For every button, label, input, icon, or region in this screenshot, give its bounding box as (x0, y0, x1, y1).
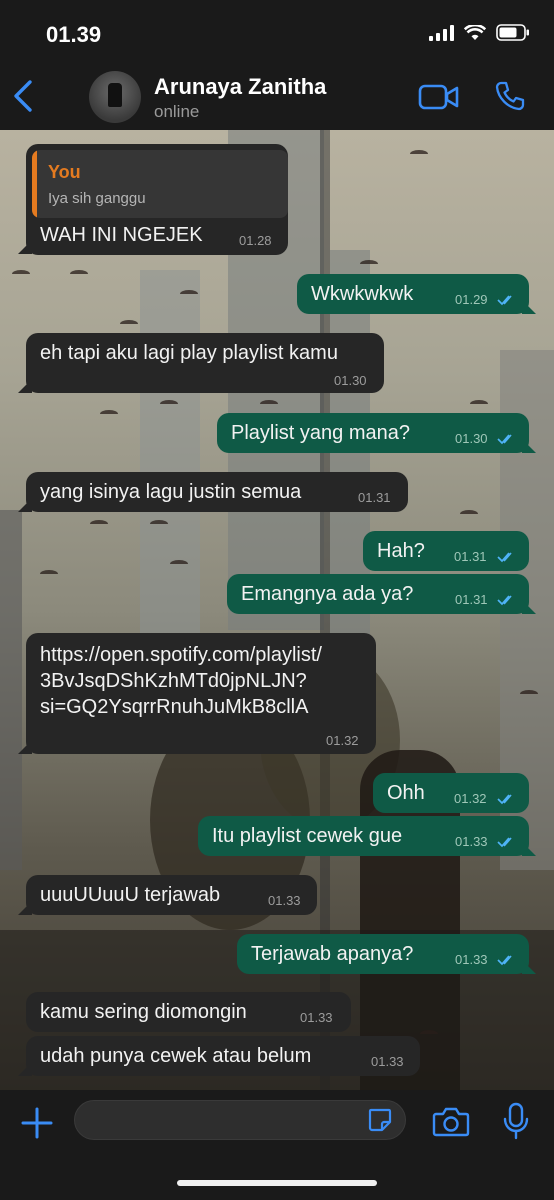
double-check-icon (497, 955, 512, 966)
message-outgoing[interactable]: Hah? 01.31 (363, 531, 529, 571)
message-time: 01.28 (239, 233, 272, 248)
message-incoming[interactable]: udah punya cewek atau belum 01.33 (26, 1036, 420, 1076)
message-text: Itu playlist cewek gue (212, 825, 403, 847)
cellular-signal-icon (429, 24, 454, 41)
message-text: Hah? (377, 540, 425, 562)
message-text: Ohh (387, 782, 425, 804)
attach-button[interactable] (20, 1106, 54, 1140)
link-line[interactable]: 3BvJsqDShKzhMTd0jpNLJN? (40, 668, 307, 694)
microphone-icon (503, 1102, 529, 1140)
message-outgoing[interactable]: Terjawab apanya? 01.33 (237, 934, 529, 974)
message-incoming[interactable]: yang isinya lagu justin semua 01.31 (26, 472, 408, 512)
message-incoming[interactable]: uuuUUuuU terjawab 01.33 (26, 875, 317, 915)
message-incoming[interactable]: eh tapi aku lagi play playlist kamu 01.3… (26, 333, 384, 393)
avatar[interactable] (89, 71, 141, 123)
chat-header: Arunaya Zanitha online (0, 62, 554, 130)
message-text: Terjawab apanya? (251, 943, 414, 965)
message-incoming[interactable]: You Iya sih ganggu WAH INI NGEJEK 01.28 (26, 144, 288, 255)
camera-icon (432, 1107, 470, 1137)
message-text: udah punya cewek atau belum (40, 1045, 312, 1067)
message-text: WAH INI NGEJEK (40, 224, 203, 246)
double-check-icon (497, 837, 512, 848)
reply-accent-bar (32, 150, 37, 218)
video-call-button[interactable] (418, 82, 460, 112)
contact-name[interactable]: Arunaya Zanitha (154, 74, 326, 100)
microphone-button[interactable] (502, 1102, 530, 1140)
message-incoming[interactable]: kamu sering diomongin 01.33 (26, 992, 351, 1032)
reply-text: Iya sih ganggu (48, 190, 146, 207)
message-text: Wkwkwkwk (311, 283, 414, 305)
message-time: 01.29 (455, 292, 488, 307)
double-check-icon (497, 552, 512, 563)
message-time: 01.32 (326, 733, 359, 748)
wifi-icon (464, 24, 486, 41)
message-outgoing[interactable]: Wkwkwkwk 01.29 (297, 274, 529, 314)
message-text: Playlist yang mana? (231, 422, 410, 444)
double-check-icon (497, 595, 512, 606)
message-input[interactable] (74, 1100, 406, 1140)
contact-status: online (154, 102, 200, 121)
message-time: 01.31 (455, 592, 488, 607)
phone-icon (495, 81, 525, 111)
quoted-reply[interactable]: You Iya sih ganggu (32, 150, 288, 218)
plus-icon (21, 1107, 53, 1139)
message-incoming[interactable]: https://open.spotify.com/playlist/ 3BvJs… (26, 633, 376, 754)
message-time: 01.30 (455, 431, 488, 446)
message-time: 01.31 (454, 549, 487, 564)
message-text: uuuUUuuU terjawab (40, 884, 221, 906)
back-button[interactable] (8, 78, 38, 114)
message-time: 01.33 (455, 952, 488, 967)
sticker-icon (368, 1108, 392, 1132)
message-time: 01.33 (371, 1054, 404, 1069)
message-time: 01.33 (300, 1010, 333, 1025)
voice-call-button[interactable] (494, 80, 526, 112)
message-text: Emangnya ada ya? (241, 583, 414, 605)
battery-icon (496, 24, 530, 41)
double-check-icon (497, 794, 512, 805)
link-line[interactable]: https://open.spotify.com/playlist/ (40, 642, 322, 668)
message-time: 01.32 (454, 791, 487, 806)
sticker-button[interactable] (367, 1107, 393, 1133)
message-time: 01.30 (334, 373, 367, 388)
link-line[interactable]: si=GQ2YsqrrRnuhJuMkB8cllA (40, 694, 308, 720)
status-time: 01.39 (46, 22, 102, 47)
status-bar: 01.39 (0, 0, 554, 62)
message-text: kamu sering diomongin (40, 1001, 247, 1023)
message-time: 01.31 (358, 490, 391, 505)
message-time: 01.33 (268, 893, 301, 908)
message-text: yang isinya lagu justin semua (40, 481, 302, 503)
status-icons (429, 24, 530, 41)
message-outgoing[interactable]: Itu playlist cewek gue 01.33 (198, 816, 529, 856)
double-check-icon (497, 434, 512, 445)
video-call-icon (418, 84, 459, 110)
camera-button[interactable] (432, 1106, 470, 1138)
message-outgoing[interactable]: Playlist yang mana? 01.30 (217, 413, 529, 453)
message-outgoing[interactable]: Ohh 01.32 (373, 773, 529, 813)
back-chevron-icon (14, 80, 32, 112)
double-check-icon (497, 295, 512, 306)
message-text: eh tapi aku lagi play playlist kamu (40, 342, 338, 364)
message-time: 01.33 (455, 834, 488, 849)
message-outgoing[interactable]: Emangnya ada ya? 01.31 (227, 574, 529, 614)
home-indicator[interactable] (177, 1180, 377, 1186)
reply-sender: You (48, 162, 81, 182)
